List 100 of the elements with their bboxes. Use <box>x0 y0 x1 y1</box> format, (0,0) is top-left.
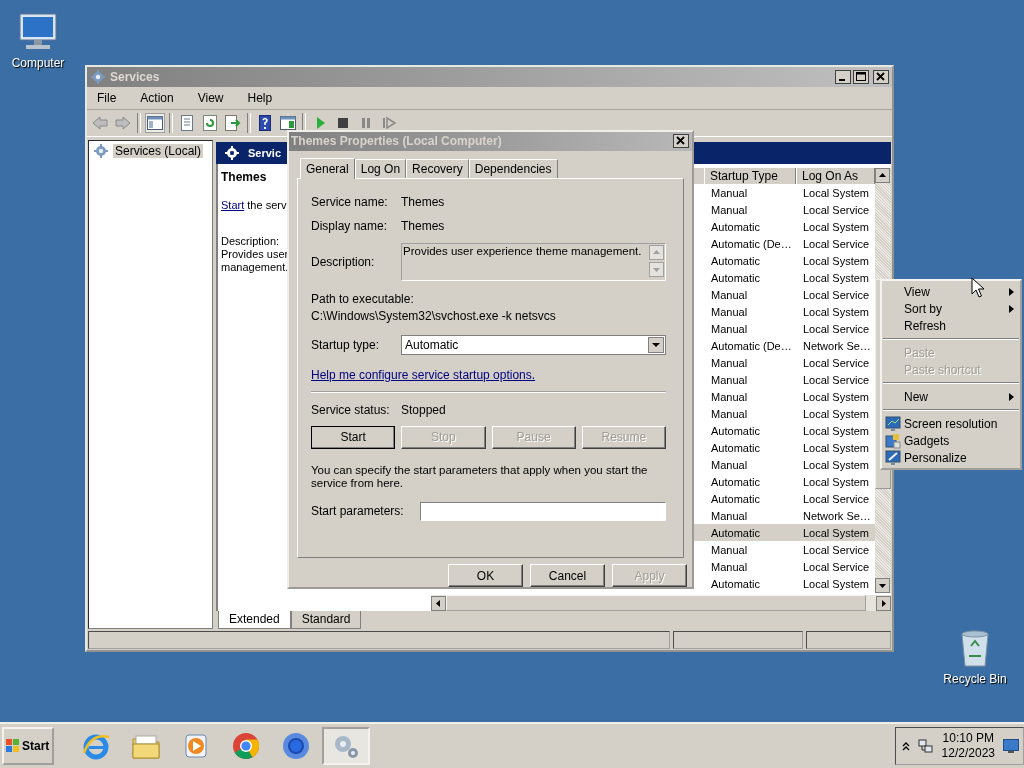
window-title: Services <box>110 70 160 84</box>
field-label: Path to executable: <box>311 291 415 306</box>
table-cell-text: Local Service <box>802 543 871 556</box>
table-cell-text: Automatic <box>710 441 761 454</box>
field-value: Themes <box>401 194 445 209</box>
menu-item[interactable]: Gadgets <box>882 432 1020 449</box>
field-value: C:\Windows\System32\svchost.exe -k netsvcs <box>311 308 557 323</box>
resume-icon[interactable] <box>380 114 398 132</box>
view-tab[interactable]: Extended <box>218 611 291 629</box>
scroll-right-icon[interactable] <box>876 595 891 611</box>
monitor-brush-icon <box>885 449 901 466</box>
clock-date[interactable]: 12/2/2023 <box>941 746 995 761</box>
view-tab[interactable]: Standard <box>290 611 362 629</box>
field-label: Display name: <box>311 218 389 233</box>
maximize-button[interactable] <box>853 70 869 84</box>
taskbar-button[interactable] <box>322 727 370 765</box>
dialog-tab[interactable]: General <box>300 157 355 179</box>
table-cell-text: Manual <box>710 458 749 471</box>
network-icon[interactable] <box>917 738 934 754</box>
menu-item[interactable]: View <box>882 283 1020 300</box>
table-cell-text: Manual <box>710 186 749 199</box>
export-icon[interactable] <box>224 114 242 132</box>
icon-label[interactable]: Recycle Bin <box>943 672 1007 686</box>
scroll-up-icon[interactable] <box>875 168 890 183</box>
table-cell-text: Local Service <box>802 373 871 386</box>
cancel-button[interactable]: Cancel <box>530 564 605 587</box>
startup-type-dropdown[interactable]: Automatic <box>401 334 666 355</box>
dialog-title: Themes Properties (Local Computer) <box>291 134 502 149</box>
column-header[interactable]: Startup Type <box>704 168 796 184</box>
ring-icon <box>281 731 311 761</box>
table-cell-text: Automatic <box>710 577 761 590</box>
table-cell-text: Local System <box>802 186 871 199</box>
close-button[interactable] <box>673 134 689 149</box>
table-cell-text: Manual <box>710 543 749 556</box>
pane-title: Servic <box>248 147 282 159</box>
menu-item[interactable]: New <box>882 388 1020 405</box>
table-cell-text: Local System <box>802 441 871 454</box>
help-icon[interactable] <box>256 114 274 132</box>
close-button[interactable] <box>873 70 889 84</box>
table-cell-text: Local Service <box>802 492 871 505</box>
table-cell-text: Automatic (De… <box>710 339 793 352</box>
scroll-left-icon[interactable] <box>431 595 446 611</box>
table-cell-text: Manual <box>710 203 749 216</box>
properties-icon[interactable] <box>178 114 196 132</box>
field-value: Themes <box>401 218 445 233</box>
table-cell-text: Local Service <box>802 356 871 369</box>
table-cell-text: Local Service <box>802 322 871 335</box>
table-cell-text: Manual <box>710 390 749 403</box>
menu-item[interactable]: Screen resolution <box>882 415 1020 432</box>
table-cell-text: Local System <box>802 424 871 437</box>
service-start-button[interactable]: Start <box>311 425 396 449</box>
table-cell-text: Manual <box>710 407 749 420</box>
menu-item[interactable]: Refresh <box>882 317 1020 334</box>
help-link[interactable]: Help me configure service startup options. <box>311 367 536 382</box>
ok-button[interactable]: OK <box>448 564 523 587</box>
show-desktop-icon[interactable] <box>1003 739 1019 753</box>
chevron-up-icon[interactable] <box>901 741 910 751</box>
start-parameters-field[interactable] <box>420 501 666 521</box>
scroll-down-icon[interactable] <box>875 578 890 593</box>
menu-item[interactable]: Personalize <box>882 449 1020 466</box>
menu-item[interactable]: Sort by <box>882 300 1020 317</box>
menu-item[interactable]: Help <box>241 89 281 107</box>
table-cell-text: Manual <box>710 373 749 386</box>
menu-item[interactable]: Action <box>134 89 182 107</box>
table-cell-text: Manual <box>710 322 749 335</box>
mouse-cursor-icon <box>971 277 985 299</box>
action-pane-icon[interactable] <box>279 114 297 132</box>
minimize-button[interactable] <box>835 70 851 84</box>
table-cell-text: Automatic <box>710 254 761 267</box>
start-button[interactable]: Start <box>2 727 54 765</box>
submenu-arrow-icon <box>1009 392 1014 401</box>
dialog-tab[interactable]: Dependencies <box>468 158 558 178</box>
table-cell-text: Local System <box>802 220 871 233</box>
table-cell-text: Automatic <box>710 220 761 233</box>
table-cell-text: Automatic <box>710 492 761 505</box>
dialog-tab[interactable]: Recovery <box>406 158 469 178</box>
start-link[interactable]: Start <box>221 199 245 211</box>
table-cell-text: Local System <box>802 305 871 318</box>
clock-time[interactable]: 10:10 PM <box>942 731 994 746</box>
table-cell-text: Automatic <box>710 424 761 437</box>
console-tree-icon[interactable] <box>146 114 164 132</box>
field-label: Service name: <box>311 194 389 209</box>
tree-item[interactable]: Services (Local) <box>113 144 204 158</box>
table-cell-text: Manual <box>710 288 749 301</box>
browser-ring-icon <box>231 731 261 761</box>
field-label: Startup type: <box>311 337 381 352</box>
dialog-tab[interactable]: Log On <box>354 158 407 178</box>
monitor-icon <box>885 415 901 432</box>
table-cell-text: Local System <box>802 475 871 488</box>
menu-item[interactable]: File <box>91 89 125 107</box>
gear-icon <box>90 69 106 85</box>
field-label: Service status: <box>311 402 391 417</box>
icon-label[interactable]: Computer <box>11 56 65 70</box>
field-value: Stopped <box>401 402 446 417</box>
refresh-icon[interactable] <box>201 114 219 132</box>
description-text: management. <box>221 261 289 274</box>
table-cell-text: Local Service <box>802 560 871 573</box>
windows-logo-icon <box>6 739 20 753</box>
table-cell-text: Local Service <box>802 288 871 301</box>
menu-item[interactable]: View <box>191 89 232 107</box>
